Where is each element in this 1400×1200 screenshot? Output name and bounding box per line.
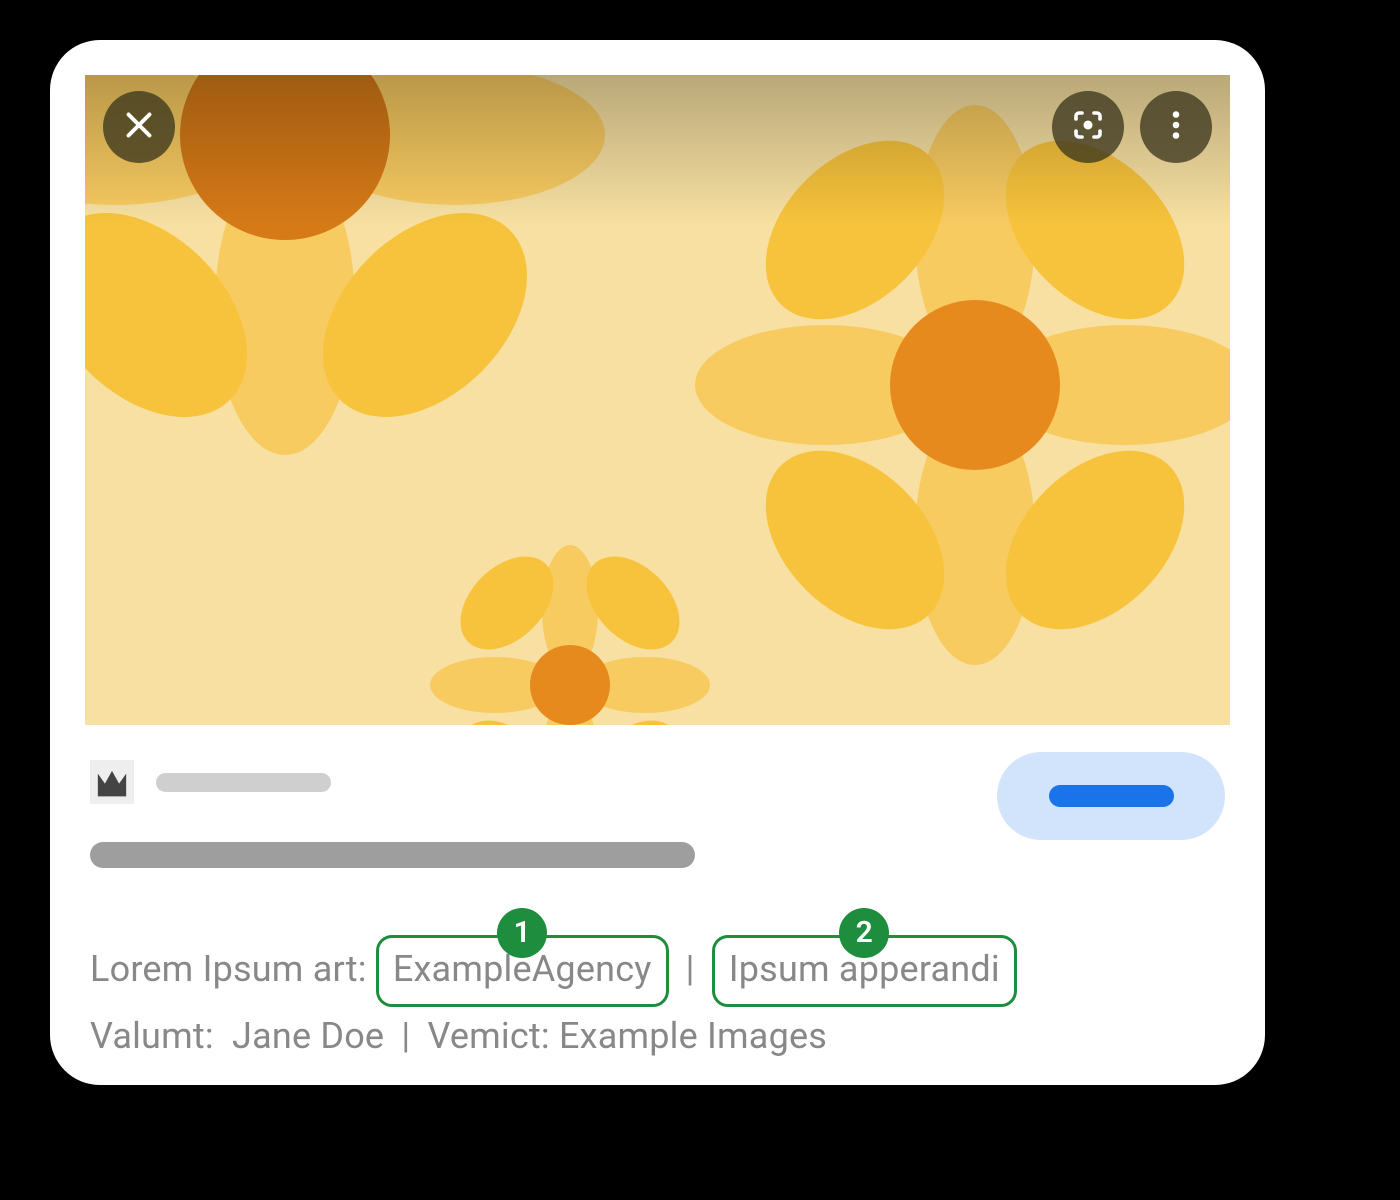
source-favicon (90, 760, 134, 804)
image-result-card: Lorem Ipsum art: 1 ExampleAgency | 2 Ips… (50, 40, 1265, 1085)
title-placeholder (90, 842, 695, 868)
credit-label: Valumt: (90, 1015, 214, 1057)
separator: | (678, 940, 703, 998)
credit-label: Lorem Ipsum art: (90, 948, 367, 990)
credit-value: Example Images (559, 1015, 827, 1057)
source-name-placeholder (156, 773, 331, 792)
lens-search-button[interactable] (1052, 91, 1124, 163)
action-chip-label-placeholder (1049, 785, 1174, 807)
lens-icon (1070, 107, 1106, 147)
flower-illustration (430, 545, 710, 725)
result-image[interactable] (85, 75, 1230, 725)
callout-2: 2 Ipsum apperandi (712, 935, 1017, 1007)
crown-icon (95, 770, 129, 804)
callout-1: 1 ExampleAgency (376, 935, 669, 1007)
callout-badge: 1 (497, 908, 547, 958)
more-options-button[interactable] (1140, 91, 1212, 163)
credit-label: Vemict: (428, 1015, 550, 1057)
callout-badge: 2 (839, 908, 889, 958)
separator: | (393, 1007, 418, 1065)
close-button[interactable] (103, 91, 175, 163)
credit-value: Jane Doe (232, 1015, 384, 1057)
close-icon (121, 107, 157, 147)
action-chip[interactable] (997, 752, 1225, 840)
image-credits: Lorem Ipsum art: 1 ExampleAgency | 2 Ips… (90, 935, 1225, 1065)
more-vertical-icon (1158, 107, 1194, 147)
flower-illustration (695, 105, 1230, 665)
